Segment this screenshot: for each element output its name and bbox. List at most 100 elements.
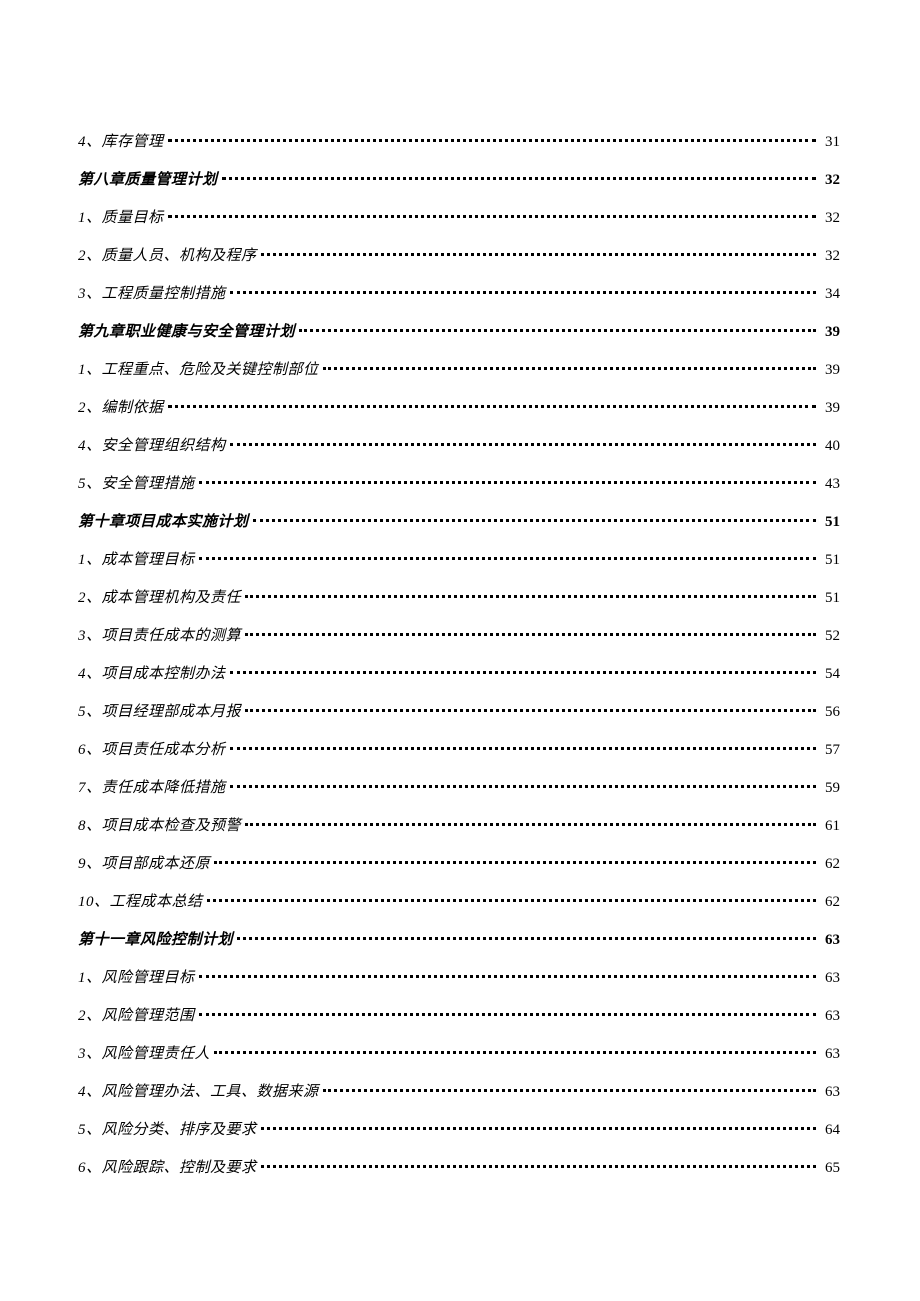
toc-entry-title: 1、质量目标 xyxy=(78,206,164,230)
toc-chapter-row[interactable]: 第十一章风险控制计划63 xyxy=(78,928,840,952)
toc-dot-leader xyxy=(222,169,816,184)
toc-entry-row[interactable]: 2、风险管理范围 63 xyxy=(78,1004,840,1028)
toc-page-number: 52 xyxy=(820,624,840,648)
toc-entry-row[interactable]: 1、风险管理目标63 xyxy=(78,966,840,990)
toc-page-number: 39 xyxy=(820,320,840,344)
toc-entry-title: 4、安全管理组织结构 xyxy=(78,434,226,458)
toc-dot-leader xyxy=(199,473,816,488)
toc-entry-row[interactable]: 4、库存管理 31 xyxy=(78,130,840,154)
toc-dot-leader xyxy=(199,967,816,982)
toc-entry-row[interactable]: 3、风险管理责任人 63 xyxy=(78,1042,840,1066)
toc-entry-title: 4、项目成本控制办法 xyxy=(78,662,226,686)
toc-page-number: 51 xyxy=(820,586,840,610)
toc-dot-leader xyxy=(199,549,816,564)
toc-entry-title: 3、风险管理责任人 xyxy=(78,1042,210,1066)
toc-entry-title: 5、安全管理措施 xyxy=(78,472,195,496)
toc-page-number: 56 xyxy=(820,700,840,724)
toc-dot-leader xyxy=(323,359,816,374)
toc-page-number: 40 xyxy=(820,434,840,458)
toc-page-number: 54 xyxy=(820,662,840,686)
toc-entry-title: 10、工程成本总结 xyxy=(78,890,203,914)
toc-entry-title: 2、风险管理范围 xyxy=(78,1004,195,1028)
toc-page-number: 63 xyxy=(820,1042,840,1066)
toc-dot-leader xyxy=(245,625,816,640)
toc-entry-row[interactable]: 2、质量人员、机构及程序 32 xyxy=(78,244,840,268)
toc-entry-row[interactable]: 3、项目责任成本的测算 52 xyxy=(78,624,840,648)
toc-dot-leader xyxy=(207,891,816,906)
toc-entry-row[interactable]: 8、项目成本检查及预警61 xyxy=(78,814,840,838)
toc-entry-row[interactable]: 4、安全管理组织结构 40 xyxy=(78,434,840,458)
toc-entry-row[interactable]: 5、风险分类、排序及要求64 xyxy=(78,1118,840,1142)
toc-entry-row[interactable]: 4、项目成本控制办法 54 xyxy=(78,662,840,686)
toc-page-number: 39 xyxy=(820,358,840,382)
toc-chapter-row[interactable]: 第八章质量管理计划 32 xyxy=(78,168,840,192)
toc-entry-title: 6、风险跟踪、控制及要求 xyxy=(78,1156,257,1180)
toc-page-number: 43 xyxy=(820,472,840,496)
toc-entry-row[interactable]: 6、风险跟踪、控制及要求65 xyxy=(78,1156,840,1180)
toc-dot-leader xyxy=(245,815,816,830)
toc-chapter-row[interactable]: 第十章项目成本实施计划 51 xyxy=(78,510,840,534)
toc-entry-title: 2、编制依据 xyxy=(78,396,164,420)
toc-entry-title: 第十章项目成本实施计划 xyxy=(78,510,249,534)
toc-dot-leader xyxy=(168,131,816,146)
toc-entry-title: 2、质量人员、机构及程序 xyxy=(78,244,257,268)
toc-dot-leader xyxy=(230,283,816,298)
toc-page-number: 32 xyxy=(820,168,840,192)
toc-entry-row[interactable]: 3、工程质量控制措施 34 xyxy=(78,282,840,306)
toc-entry-title: 4、风险管理办法、工具、数据来源 xyxy=(78,1080,319,1104)
toc-page-number: 64 xyxy=(820,1118,840,1142)
toc-entry-title: 6、项目责任成本分析 xyxy=(78,738,226,762)
toc-entry-row[interactable]: 2、编制依据 39 xyxy=(78,396,840,420)
toc-dot-leader xyxy=(230,739,816,754)
toc-entry-title: 3、工程质量控制措施 xyxy=(78,282,226,306)
toc-entry-row[interactable]: 1、质量目标 32 xyxy=(78,206,840,230)
toc-dot-leader xyxy=(299,321,816,336)
toc-entry-title: 5、项目经理部成本月报 xyxy=(78,700,241,724)
toc-entry-row[interactable]: 6、项目责任成本分析 57 xyxy=(78,738,840,762)
toc-entry-title: 4、库存管理 xyxy=(78,130,164,154)
toc-dot-leader xyxy=(168,207,816,222)
toc-dot-leader xyxy=(230,777,816,792)
toc-page-number: 63 xyxy=(820,1080,840,1104)
toc-page-number: 63 xyxy=(820,1004,840,1028)
toc-page-number: 39 xyxy=(820,396,840,420)
toc-entry-title: 7、责任成本降低措施 xyxy=(78,776,226,800)
toc-entry-title: 3、项目责任成本的测算 xyxy=(78,624,241,648)
toc-dot-leader xyxy=(261,245,816,260)
toc-entry-row[interactable]: 1、成本管理目标51 xyxy=(78,548,840,572)
toc-page-number: 57 xyxy=(820,738,840,762)
toc-page-number: 32 xyxy=(820,206,840,230)
toc-page-number: 31 xyxy=(820,130,840,154)
toc-page-number: 34 xyxy=(820,282,840,306)
toc-entry-title: 1、风险管理目标 xyxy=(78,966,195,990)
toc-dot-leader xyxy=(214,853,816,868)
toc-entry-title: 8、项目成本检查及预警 xyxy=(78,814,241,838)
toc-entry-row[interactable]: 2、成本管理机构及责任 51 xyxy=(78,586,840,610)
toc-dot-leader xyxy=(230,435,816,450)
toc-entry-row[interactable]: 5、安全管理措施 43 xyxy=(78,472,840,496)
toc-dot-leader xyxy=(230,663,816,678)
toc-entry-title: 第十一章风险控制计划 xyxy=(78,928,233,952)
toc-entry-row[interactable]: 4、风险管理办法、工具、数据来源 63 xyxy=(78,1080,840,1104)
toc-page-number: 62 xyxy=(820,852,840,876)
toc-dot-leader xyxy=(214,1043,816,1058)
toc-dot-leader xyxy=(168,397,816,412)
toc-entry-title: 2、成本管理机构及责任 xyxy=(78,586,241,610)
toc-page-number: 51 xyxy=(820,510,840,534)
toc-page-number: 62 xyxy=(820,890,840,914)
toc-dot-leader xyxy=(245,587,816,602)
toc-dot-leader xyxy=(323,1081,816,1096)
toc-page-number: 32 xyxy=(820,244,840,268)
toc-entry-row[interactable]: 10、工程成本总结 62 xyxy=(78,890,840,914)
toc-entry-title: 9、项目部成本还原 xyxy=(78,852,210,876)
toc-entry-row[interactable]: 1、工程重点、危险及关键控制部位 39 xyxy=(78,358,840,382)
toc-entry-title: 1、工程重点、危险及关键控制部位 xyxy=(78,358,319,382)
toc-entry-title: 第八章质量管理计划 xyxy=(78,168,218,192)
toc-entry-row[interactable]: 9、项目部成本还原 62 xyxy=(78,852,840,876)
toc-dot-leader xyxy=(199,1005,816,1020)
toc-entry-row[interactable]: 5、项目经理部成本月报 56 xyxy=(78,700,840,724)
toc-entry-row[interactable]: 7、责任成本降低措施59 xyxy=(78,776,840,800)
toc-dot-leader xyxy=(237,929,816,944)
toc-dot-leader xyxy=(253,511,816,526)
toc-chapter-row[interactable]: 第九章职业健康与安全管理计划39 xyxy=(78,320,840,344)
